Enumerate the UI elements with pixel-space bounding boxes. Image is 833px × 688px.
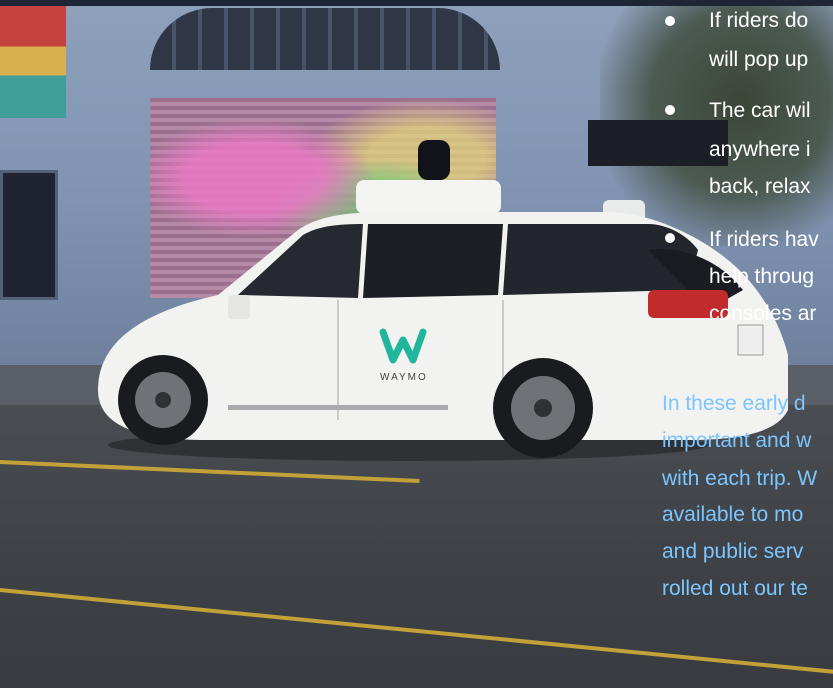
photo-scene: WAYMO If riders do will pop up The car w… [0, 0, 833, 688]
paragraph-line-1: In these early d [662, 392, 806, 415]
paragraph-line-5: and public serv [662, 540, 804, 563]
bullet-dot-2 [665, 105, 675, 115]
bullet-3-line-3: consoles ar [709, 302, 817, 325]
bullet-1-line-1: If riders do [709, 9, 809, 32]
waymo-logo-text: WAYMO [380, 372, 428, 383]
bullet-3-line-2: help throug [709, 265, 815, 288]
paragraph-line-6: rolled out our te [662, 577, 808, 600]
paragraph-line-3: with each trip. W [662, 467, 818, 490]
arched-window [150, 8, 500, 70]
bullet-2-line-1: The car wil [709, 99, 811, 122]
store-sign [0, 6, 66, 118]
paragraph-line-2: important and w [662, 429, 812, 452]
bullet-1-line-2: will pop up [709, 48, 809, 71]
bullet-dot-1 [665, 16, 675, 26]
article-text-column: If riders do will pop up The car wil any… [660, 0, 833, 688]
bullet-2-line-2: anywhere i [709, 138, 811, 161]
store-window [0, 170, 58, 300]
bullet-dot-3 [665, 233, 675, 243]
bullet-3-line-1: If riders hav [709, 228, 819, 251]
paragraph-line-4: available to mo [662, 503, 804, 526]
bullet-2-line-3: back, relax [709, 175, 811, 198]
